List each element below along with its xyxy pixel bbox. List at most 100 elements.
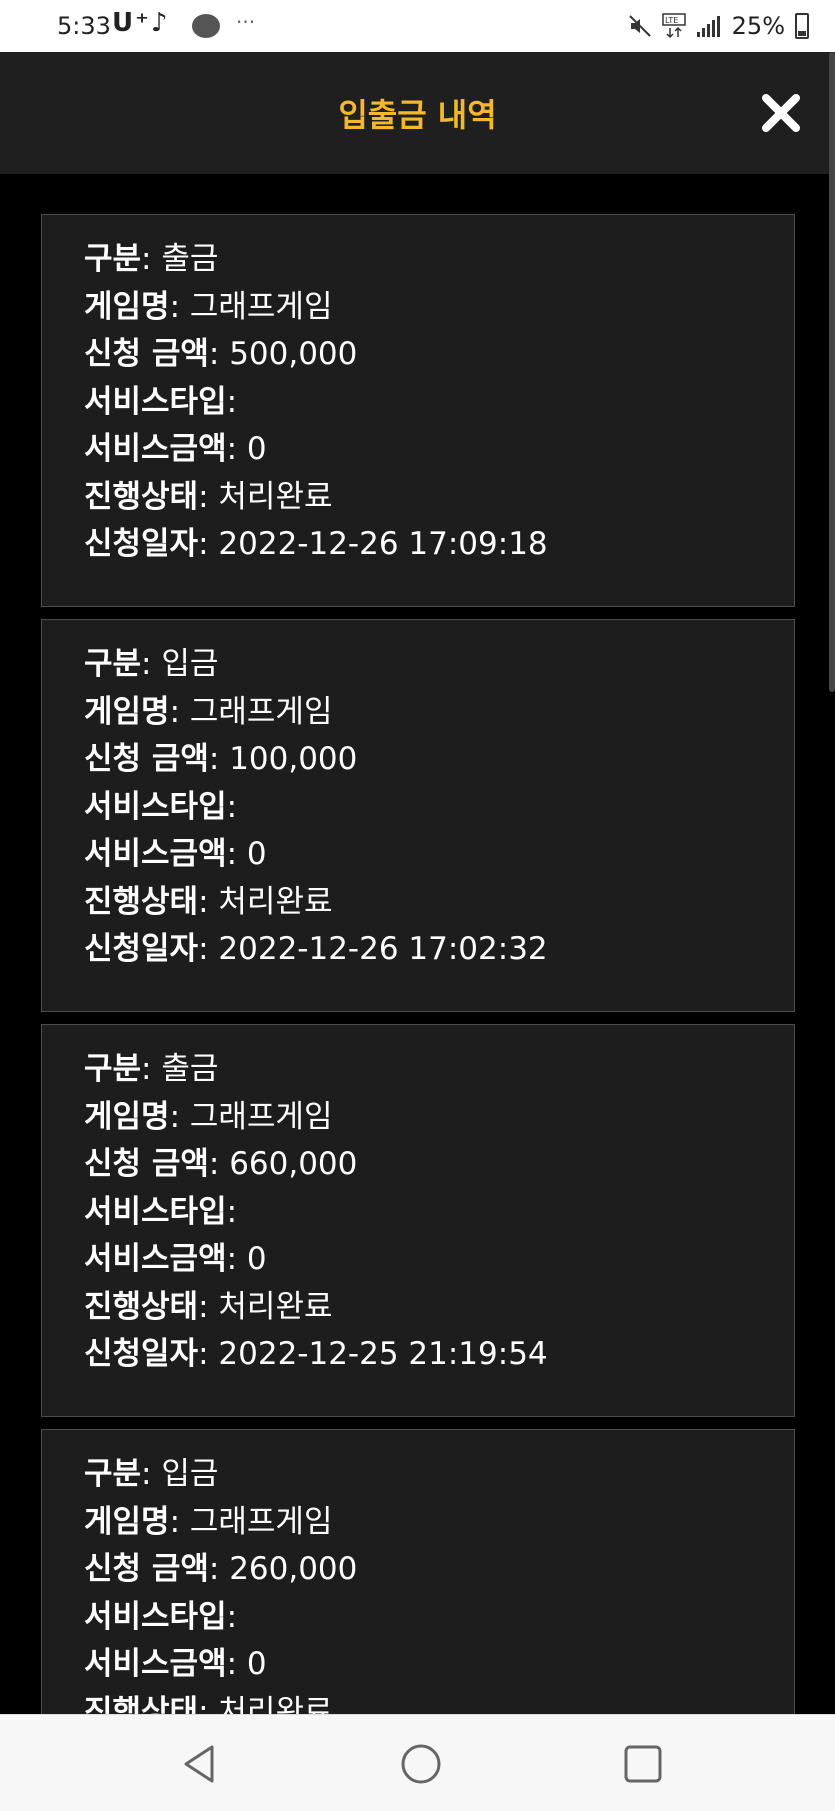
field-service-amount: 서비스금액: 0 bbox=[84, 1638, 267, 1683]
field-separator: : bbox=[141, 1051, 162, 1087]
field-value: 처리완료 bbox=[218, 1288, 333, 1325]
battery-percent: 25% bbox=[731, 12, 785, 40]
field-separator: : bbox=[208, 1551, 230, 1587]
field-service-type: 서비스타입: bbox=[84, 1591, 237, 1636]
svg-text:LTE: LTE bbox=[665, 16, 678, 25]
field-value: 260,000 bbox=[229, 1551, 358, 1587]
close-icon bbox=[762, 94, 800, 132]
field-separator: : bbox=[226, 383, 238, 420]
field-value: 660,000 bbox=[229, 1146, 358, 1182]
field-amount: 신청 금액: 500,000 bbox=[84, 328, 357, 373]
field-label: 서비스타입 bbox=[84, 1193, 227, 1230]
field-separator: : bbox=[169, 1503, 190, 1540]
navigation-bar bbox=[0, 1714, 835, 1811]
field-type: 구분: 입금 bbox=[84, 638, 218, 683]
field-value: 그래프게임 bbox=[189, 1098, 333, 1135]
field-service-type: 서비스타입: bbox=[84, 1186, 237, 1231]
field-separator: : bbox=[226, 1241, 247, 1277]
status-bar: 5:33 U⁺♪ ··· LTE 25% bbox=[0, 0, 835, 52]
field-label: 구분 bbox=[84, 241, 142, 277]
field-label: 게임명 bbox=[84, 1098, 170, 1135]
field-value: 출금 bbox=[161, 1051, 219, 1087]
battery-icon bbox=[795, 13, 809, 39]
field-label: 서비스타입 bbox=[84, 383, 227, 420]
page-header: 입출금 내역 bbox=[0, 52, 835, 174]
field-date: 신청일자: 2022-12-25 21:19:54 bbox=[84, 1328, 548, 1373]
field-separator: : bbox=[226, 1193, 238, 1230]
field-label: 게임명 bbox=[84, 693, 170, 730]
recents-button[interactable] bbox=[622, 1743, 664, 1785]
field-separator: : bbox=[198, 1336, 219, 1372]
field-value: 처리완료 bbox=[218, 883, 333, 920]
signal-icon bbox=[696, 16, 720, 37]
back-icon bbox=[184, 1745, 214, 1783]
field-value: 0 bbox=[246, 836, 267, 872]
transaction-card: 구분: 출금 게임명: 그래프게임 신청 금액: 660,000 서비스타입: 서비스… bbox=[41, 1024, 795, 1417]
field-value: 처리완료 bbox=[218, 1693, 333, 1715]
back-button[interactable] bbox=[178, 1743, 220, 1785]
field-label: 구분 bbox=[84, 1456, 142, 1492]
field-value: 그래프게임 bbox=[189, 288, 333, 325]
field-value: 100,000 bbox=[229, 741, 358, 777]
field-value: 처리완료 bbox=[218, 478, 333, 515]
field-label: 게임명 bbox=[84, 288, 170, 325]
transaction-card: 구분: 출금 게임명: 그래프게임 신청 금액: 500,000 서비스타입: 서비스… bbox=[41, 214, 795, 607]
field-label: 진행상태 bbox=[84, 1693, 199, 1715]
field-separator: : bbox=[226, 788, 238, 825]
lte-icon: LTE bbox=[661, 13, 686, 39]
field-label: 구분 bbox=[84, 646, 142, 682]
field-separator: : bbox=[141, 1456, 162, 1492]
field-label: 서비스타입 bbox=[84, 1598, 227, 1635]
mute-icon bbox=[628, 15, 651, 37]
field-amount: 신청 금액: 260,000 bbox=[84, 1543, 357, 1588]
field-label: 신청일자 bbox=[84, 931, 199, 967]
field-value: 입금 bbox=[161, 1456, 219, 1492]
status-time: 5:33 bbox=[57, 12, 111, 40]
field-label: 진행상태 bbox=[84, 883, 199, 920]
field-label: 서비스금액 bbox=[84, 1646, 227, 1682]
field-label: 서비스타입 bbox=[84, 788, 227, 825]
field-label: 진행상태 bbox=[84, 1288, 199, 1325]
field-value: 그래프게임 bbox=[189, 1503, 333, 1540]
field-type: 구분: 출금 bbox=[84, 233, 218, 278]
field-separator: : bbox=[141, 241, 162, 277]
field-value: 0 bbox=[246, 1646, 267, 1682]
field-label: 게임명 bbox=[84, 1503, 170, 1540]
field-separator: : bbox=[198, 478, 219, 515]
transaction-card: 구분: 입금 게임명: 그래프게임 신청 금액: 260,000 서비스타입: 서비스… bbox=[41, 1429, 795, 1714]
field-label: 구분 bbox=[84, 1051, 142, 1087]
field-label: 서비스금액 bbox=[84, 431, 227, 467]
field-separator: : bbox=[226, 1598, 238, 1635]
field-value: 0 bbox=[246, 431, 267, 467]
field-value: 입금 bbox=[161, 646, 219, 682]
field-label: 신청 금액 bbox=[84, 336, 209, 372]
home-button[interactable] bbox=[400, 1743, 442, 1785]
field-separator: : bbox=[208, 336, 230, 372]
field-service-type: 서비스타입: bbox=[84, 376, 237, 421]
field-label: 신청 금액 bbox=[84, 1146, 209, 1182]
field-separator: : bbox=[208, 1146, 230, 1182]
field-status: 진행상태: 처리완료 bbox=[84, 1281, 333, 1326]
field-separator: : bbox=[169, 1098, 190, 1135]
field-separator: : bbox=[198, 526, 219, 562]
field-label: 신청 금액 bbox=[84, 741, 209, 777]
field-label: 신청 금액 bbox=[84, 1551, 209, 1587]
field-value: 2022-12-25 21:19:54 bbox=[218, 1336, 548, 1372]
field-game: 게임명: 그래프게임 bbox=[84, 1091, 332, 1136]
field-type: 구분: 출금 bbox=[84, 1043, 218, 1088]
talk-icon bbox=[192, 14, 220, 38]
field-separator: : bbox=[208, 741, 230, 777]
field-date: 신청일자: 2022-12-26 17:02:32 bbox=[84, 923, 548, 968]
more-notifications-icon: ··· bbox=[236, 10, 256, 34]
field-separator: : bbox=[198, 1693, 219, 1715]
transaction-list[interactable]: 구분: 출금 게임명: 그래프게임 신청 금액: 500,000 서비스타입: 서비스… bbox=[0, 174, 835, 1714]
field-value: 2022-12-26 17:02:32 bbox=[218, 931, 548, 967]
close-button[interactable] bbox=[756, 88, 806, 138]
field-value: 그래프게임 bbox=[189, 693, 333, 730]
field-game: 게임명: 그래프게임 bbox=[84, 686, 332, 731]
field-game: 게임명: 그래프게임 bbox=[84, 1496, 332, 1541]
field-status: 진행상태: 처리완료 bbox=[84, 1686, 333, 1715]
field-status: 진행상태: 처리완료 bbox=[84, 876, 333, 921]
page-title: 입출금 내역 bbox=[338, 96, 497, 134]
field-game: 게임명: 그래프게임 bbox=[84, 281, 332, 326]
